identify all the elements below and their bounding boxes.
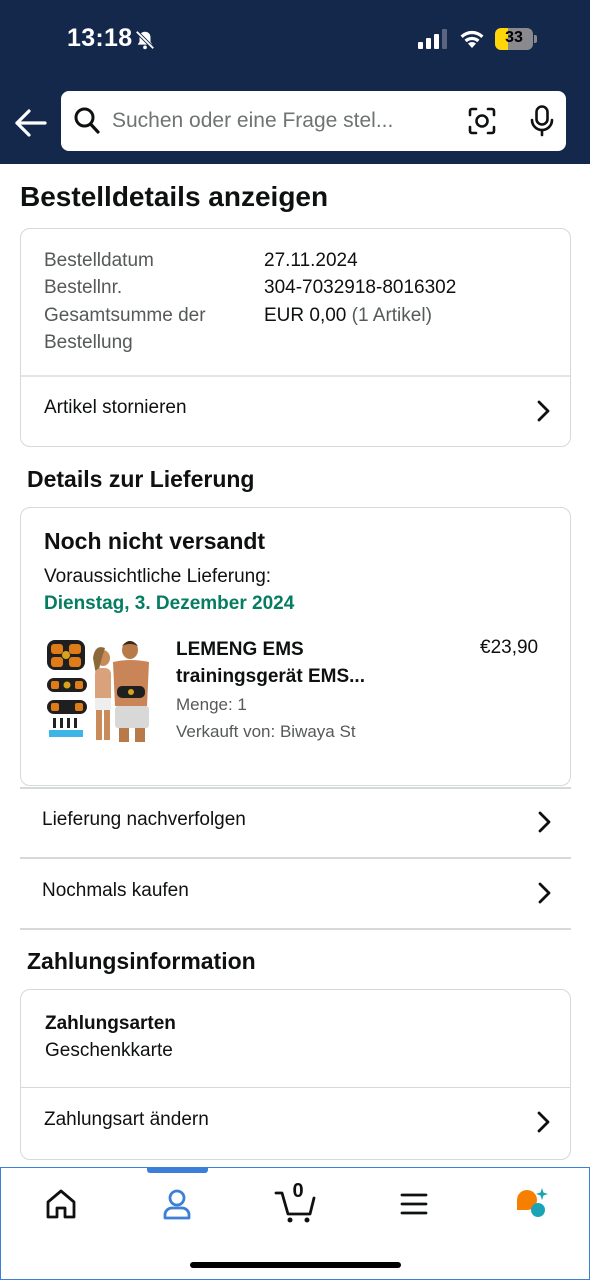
cancel-items-row[interactable]: Artikel stornieren <box>21 377 570 447</box>
page-title: Bestelldetails anzeigen <box>20 181 329 212</box>
divider <box>20 928 571 930</box>
payment-method-value: Geschenkkarte <box>45 1040 173 1061</box>
app-header: 13:18 33 Suchen oder eine Frage stel... <box>0 0 590 164</box>
chevron-right-icon <box>537 400 550 422</box>
product-title[interactable]: LEMENG EMS trainingsgerät EMS... <box>176 636 456 690</box>
chevron-right-icon <box>538 882 551 904</box>
change-payment-label: Zahlungsart ändern <box>44 1109 209 1130</box>
cart-button[interactable]: 0 <box>274 1180 318 1224</box>
search-bar[interactable]: Suchen oder eine Frage stel... <box>61 91 566 151</box>
order-summary-card: Bestelldatum 27.11.2024 Bestellnr. 304-7… <box>20 228 571 447</box>
order-total-value: EUR 0,00 (1 Artikel) <box>264 305 432 326</box>
delivery-card: Noch nicht versandt Voraussichtliche Lie… <box>20 507 571 786</box>
rufus-assistant-icon[interactable] <box>511 1184 551 1224</box>
delivery-date: Dienstag, 3. Dezember 2024 <box>44 593 295 614</box>
order-item-count: (1 Artikel) <box>351 305 432 326</box>
search-input[interactable]: Suchen oder eine Frage stel... <box>112 109 393 133</box>
order-total-label-cont: Bestellung <box>44 332 133 353</box>
bell-off-icon <box>135 30 155 50</box>
camera-scan-icon[interactable] <box>467 106 497 136</box>
payment-section-title: Zahlungsinformation <box>27 948 256 974</box>
delivery-section-title: Details zur Lieferung <box>27 466 255 492</box>
payment-card: Zahlungsarten Geschenkkarte Zahlungsart … <box>20 989 571 1160</box>
search-icon <box>74 107 100 134</box>
home-indicator <box>190 1262 401 1268</box>
product-quantity: Menge: 1 <box>176 695 247 714</box>
buy-again-label: Nochmals kaufen <box>42 880 189 901</box>
home-icon[interactable] <box>41 1184 81 1224</box>
mic-icon[interactable] <box>529 105 555 137</box>
account-icon[interactable] <box>157 1184 197 1224</box>
track-delivery-row[interactable]: Lieferung nachverfolgen <box>20 788 571 858</box>
payment-methods-block: Zahlungsarten Geschenkkarte <box>21 990 570 1088</box>
track-delivery-label: Lieferung nachverfolgen <box>42 809 246 830</box>
payment-methods-heading: Zahlungsarten <box>45 1013 176 1034</box>
cellular-signal-icon <box>418 29 447 49</box>
status-time: 13:18 <box>67 24 133 52</box>
order-number-label: Bestellnr. <box>44 277 123 298</box>
change-payment-row[interactable]: Zahlungsart ändern <box>21 1089 570 1159</box>
delivery-estimate-label: Voraussichtliche Lieferung: <box>44 566 272 587</box>
wifi-icon <box>460 30 484 48</box>
order-date-label: Bestelldatum <box>44 250 154 271</box>
order-total-label: Gesamtsumme der <box>44 305 206 326</box>
order-date-value: 27.11.2024 <box>264 250 358 271</box>
chevron-right-icon <box>538 811 551 833</box>
active-tab-indicator <box>147 1168 208 1173</box>
battery-percentage: 33 <box>505 29 523 46</box>
battery-indicator: 33 <box>495 28 537 50</box>
shipment-status: Noch nicht versandt <box>44 528 266 554</box>
cancel-items-label: Artikel stornieren <box>44 397 187 418</box>
buy-again-row[interactable]: Nochmals kaufen <box>20 859 571 929</box>
back-arrow-icon[interactable] <box>12 104 50 142</box>
product-seller: Verkauft von: Biwaya St <box>176 722 356 741</box>
product-price: €23,90 <box>480 637 539 658</box>
product-image[interactable] <box>43 636 155 744</box>
chevron-right-icon <box>537 1111 550 1133</box>
order-number-value: 304-7032918-8016302 <box>264 277 457 298</box>
menu-icon[interactable] <box>394 1184 434 1224</box>
cart-count: 0 <box>292 1180 304 1202</box>
